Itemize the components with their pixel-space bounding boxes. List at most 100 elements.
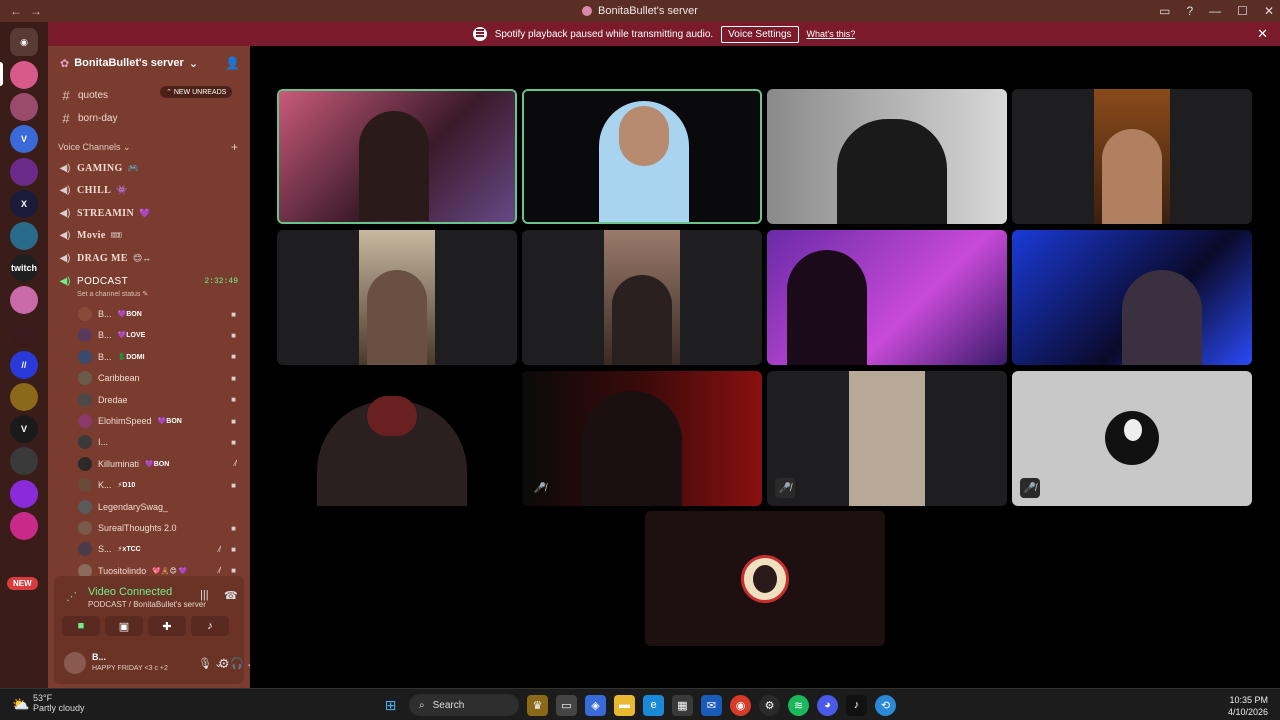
video-tile[interactable]: 🎤̸ <box>767 371 1007 506</box>
voice-location[interactable]: PODCAST / BonitaBullet's server <box>88 600 206 609</box>
video-tile[interactable] <box>1012 230 1252 365</box>
voice-channel-gaming[interactable]: ◀) GAMING 🎮 <box>48 158 250 178</box>
channel-name: born-day <box>78 112 118 124</box>
start-windows-icon[interactable]: ⊞ <box>380 695 401 716</box>
video-tile[interactable]: 🎤̸ <box>522 371 762 506</box>
guild-icon-discord-home[interactable]: ◉ <box>10 28 38 56</box>
help-icon[interactable]: ? <box>1186 4 1193 18</box>
taskbar-search[interactable]: ⌕ Search <box>409 694 519 716</box>
video-tile[interactable] <box>767 89 1007 224</box>
channel-name: quotes <box>78 89 109 101</box>
channel-name: Movie <box>77 230 106 242</box>
edge-icon[interactable]: e <box>643 694 664 716</box>
voice-member[interactable]: Killuminati 💜BON ⁄̸ <box>78 454 246 474</box>
voice-member[interactable]: S... ⚡xTCC ■ ⁄̸ <box>78 539 246 559</box>
set-channel-status[interactable]: Set a channel status ✎ <box>77 290 148 298</box>
video-tile[interactable] <box>277 89 517 224</box>
voice-member[interactable]: Caribbean ■ <box>78 368 246 388</box>
mic-off-icon: 🎤̸ <box>775 478 795 498</box>
create-channel-icon[interactable]: + <box>231 140 238 154</box>
whats-this-link[interactable]: What's this? <box>807 29 856 39</box>
soundboard-button[interactable]: ♪ <box>191 616 229 636</box>
guild-icon-guild-10[interactable]: // <box>10 350 38 379</box>
microphone-icon[interactable]: 🎙 <box>198 657 212 670</box>
guild-icon-guild-9[interactable] <box>10 318 38 347</box>
server-header[interactable]: ✿ BonitaBullet's server ⌄ 👤 <box>48 46 250 80</box>
close-banner-button[interactable]: ✕ <box>1257 26 1268 42</box>
close-window-button[interactable]: ✕ <box>1264 4 1274 18</box>
camera-button[interactable]: ■ <box>62 616 100 636</box>
guild-icon-guild-6[interactable] <box>10 222 38 250</box>
channel-name: DRAG ME <box>77 252 128 264</box>
voice-channel-podcast[interactable]: ◀) PODCAST 2:32:49 <box>48 271 250 291</box>
store-icon[interactable]: ▦ <box>672 694 693 716</box>
minimize-button[interactable]: — <box>1209 4 1221 18</box>
new-guild-badge[interactable]: NEW <box>7 577 38 590</box>
task-view-icon[interactable]: ▭ <box>556 694 577 716</box>
voice-member[interactable]: SurealThoughts 2.0 ■ <box>78 518 246 538</box>
guild-icon-guild-1[interactable] <box>10 61 38 89</box>
video-tile[interactable] <box>1012 89 1252 224</box>
tiktok-icon[interactable]: ♪ <box>846 694 867 716</box>
video-tile[interactable] <box>522 230 762 365</box>
avatar <box>78 499 92 514</box>
system-clock[interactable]: 10:35 PM 4/10/2026 <box>1228 694 1268 718</box>
voice-channel-streamin[interactable]: ◀) STREAMIN 💜 <box>48 203 250 223</box>
maximize-button[interactable]: ☐ <box>1237 4 1248 18</box>
voice-member[interactable]: B... 💲DOMI ■ <box>78 347 246 367</box>
spotify-icon[interactable]: ≋ <box>788 694 809 716</box>
guild-icon-guild-13[interactable] <box>10 447 38 476</box>
guild-icon-guild-7[interactable]: twitch <box>10 254 38 283</box>
noise-suppression-icon[interactable]: ||| <box>200 589 209 601</box>
voice-member[interactable]: B... 💜BON ■ <box>78 304 246 324</box>
app-icon[interactable]: ⟲ <box>875 694 896 716</box>
new-unreads-pill[interactable]: ⌃ NEW UNREADS <box>160 86 233 98</box>
voice-settings-button[interactable]: Voice Settings <box>721 25 799 43</box>
steam-icon[interactable]: ⚙ <box>759 694 780 716</box>
inbox-icon[interactable]: ▭ <box>1159 4 1170 18</box>
guild-icon-guild-3[interactable]: V <box>10 125 38 154</box>
chrome-icon[interactable]: ◉ <box>730 694 751 716</box>
discord-icon[interactable]: ◕ <box>817 694 838 716</box>
voice-member[interactable]: ElohimSpeed 💜BON ■ <box>78 411 246 431</box>
signal-icon[interactable]: ⋰ <box>66 590 77 603</box>
mail-icon[interactable]: ✉ <box>701 694 722 716</box>
file-explorer-icon[interactable]: ▬ <box>614 694 635 716</box>
widgets-icon[interactable]: ♛ <box>527 694 548 716</box>
headphones-icon[interactable]: 🎧 <box>230 657 244 670</box>
guild-icon-guild-4[interactable] <box>10 157 38 186</box>
channel-born-day[interactable]: # born-day <box>48 108 250 128</box>
voice-member[interactable]: K... ⚡D10 ■ <box>78 475 246 495</box>
avatar[interactable] <box>64 652 86 674</box>
video-tile[interactable]: 🎤̸ <box>1012 371 1252 506</box>
video-tile[interactable] <box>522 89 762 224</box>
voice-channel-chill[interactable]: ◀) CHILL 👾 <box>48 181 250 201</box>
voice-channel-drag-me[interactable]: ◀) DRAG ME 😊↔ <box>48 248 250 268</box>
member-name: SurealThoughts 2.0 <box>98 523 177 533</box>
guild-icon-guild-14[interactable] <box>10 479 38 508</box>
video-tile[interactable] <box>767 230 1007 365</box>
settings-gear-icon[interactable]: ⚙ <box>218 656 230 672</box>
weather-widget[interactable]: ⛅ 53°F Partly cloudy <box>12 693 85 713</box>
disconnect-icon[interactable]: ☎ <box>224 589 238 602</box>
voice-category-header[interactable]: Voice Channels ⌄ <box>58 142 131 153</box>
activities-button[interactable]: ✚ <box>148 616 186 636</box>
guild-icon-guild-8[interactable] <box>10 286 38 315</box>
invite-people-icon[interactable]: 👤 <box>225 56 240 70</box>
voice-member[interactable]: Dredae ■ <box>78 390 246 410</box>
guild-icon-guild-11[interactable] <box>10 383 38 411</box>
guild-icon-guild-2[interactable] <box>10 93 38 122</box>
member-name: Killuminati <box>98 458 140 469</box>
video-tile[interactable] <box>277 230 517 365</box>
voice-member[interactable]: LegendarySwag_ <box>78 497 246 517</box>
voice-member[interactable]: I... ■ <box>78 432 246 452</box>
voice-member[interactable]: B... 💜LOVE ■ <box>78 325 246 345</box>
voice-channel-movie[interactable]: ◀) Movie 🎟 <box>48 226 250 246</box>
video-tile[interactable] <box>277 371 517 506</box>
video-tile[interactable] <box>645 511 885 646</box>
guild-icon-guild-15[interactable] <box>10 511 38 540</box>
guild-icon-guild-12[interactable]: V <box>10 415 38 444</box>
screen-share-button[interactable]: ▣ <box>105 616 143 636</box>
copilot-icon[interactable]: ◈ <box>585 694 606 716</box>
guild-icon-guild-5[interactable]: X <box>10 189 38 218</box>
